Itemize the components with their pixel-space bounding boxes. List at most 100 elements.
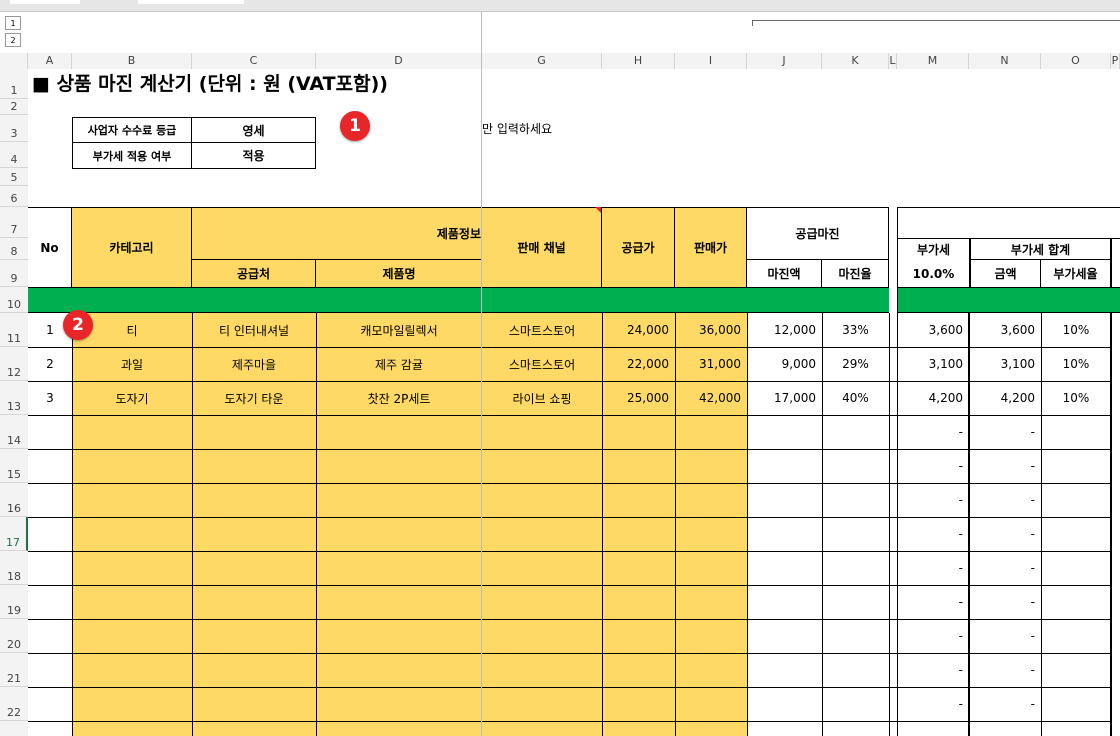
empty-vat-dash[interactable]: - <box>897 551 969 585</box>
row1-margin-amount[interactable]: 12,000 <box>747 313 822 347</box>
row-header-8[interactable]: 8 <box>0 238 28 260</box>
column-header-o[interactable]: O <box>1041 53 1111 69</box>
row2-sale-price[interactable]: 31,000 <box>675 347 747 381</box>
empty-vat-amount-dash[interactable]: - <box>969 619 1041 653</box>
empty-vat-amount-dash[interactable]: - <box>969 551 1041 585</box>
row3-supply-price[interactable]: 25,000 <box>602 381 675 415</box>
row2-vat-ratio[interactable]: 10% <box>1041 347 1111 381</box>
column-header-g[interactable]: G <box>482 53 602 69</box>
column-header-h[interactable]: H <box>602 53 675 69</box>
row1-channel[interactable]: 스마트스토어 <box>482 313 602 347</box>
row-header-13[interactable]: 13 <box>0 381 28 415</box>
row-header-6[interactable]: 6 <box>0 186 28 207</box>
row1-supply-price[interactable]: 24,000 <box>602 313 675 347</box>
row1-product[interactable]: 캐모마일릴렉서 <box>316 313 482 347</box>
row-header-21[interactable]: 21 <box>0 653 28 687</box>
row-header-16[interactable]: 16 <box>0 483 28 517</box>
empty-vat-dash[interactable]: - <box>897 517 969 551</box>
row-header-19[interactable]: 19 <box>0 585 28 619</box>
empty-vat-dash[interactable]: - <box>897 687 969 721</box>
row1-vat-ratio[interactable]: 10% <box>1041 313 1111 347</box>
column-header-l[interactable]: L <box>889 53 897 69</box>
empty-vat-amount-dash[interactable]: - <box>969 517 1041 551</box>
column-header-k[interactable]: K <box>822 53 889 69</box>
row-header-4[interactable]: 4 <box>0 142 28 168</box>
select-all-corner[interactable] <box>0 53 28 69</box>
row1-supplier[interactable]: 티 인터내셔널 <box>192 313 316 347</box>
row-header-20[interactable]: 20 <box>0 619 28 653</box>
row2-channel[interactable]: 스마트스토어 <box>482 347 602 381</box>
empty-vat-dash[interactable]: - <box>897 449 969 483</box>
column-header-n[interactable]: N <box>969 53 1041 69</box>
empty-vat-dash[interactable]: - <box>897 653 969 687</box>
column-header-m[interactable]: M <box>897 53 969 69</box>
row2-supplier[interactable]: 제주마을 <box>192 347 316 381</box>
column-header-i[interactable]: I <box>675 53 747 69</box>
column-header-p[interactable]: P <box>1111 53 1120 69</box>
empty-vat-dash[interactable]: - <box>897 483 969 517</box>
column-header-a[interactable]: A <box>28 53 72 69</box>
row3-vat-ratio[interactable]: 10% <box>1041 381 1111 415</box>
row2-supply-price[interactable]: 22,000 <box>602 347 675 381</box>
row3-no[interactable]: 3 <box>28 381 72 415</box>
outline-level-2-button[interactable]: 2 <box>5 33 21 47</box>
sheet-tab[interactable] <box>10 0 80 4</box>
row3-supplier[interactable]: 도자기 타운 <box>192 381 316 415</box>
row1-vat[interactable]: 3,600 <box>897 313 969 347</box>
row2-margin-amount[interactable]: 9,000 <box>747 347 822 381</box>
vat-value-cell[interactable]: 적용 <box>192 143 315 168</box>
row-header-14[interactable]: 14 <box>0 415 28 449</box>
row-header-1[interactable]: 1 <box>0 69 28 99</box>
sheet-tab[interactable] <box>138 0 244 4</box>
row2-vat[interactable]: 3,100 <box>897 347 969 381</box>
row2-no[interactable]: 2 <box>28 347 72 381</box>
row-header-18[interactable]: 18 <box>0 551 28 585</box>
row3-vat[interactable]: 4,200 <box>897 381 969 415</box>
row3-margin-amount[interactable]: 17,000 <box>747 381 822 415</box>
row2-margin-rate[interactable]: 29% <box>822 347 889 381</box>
outline-group-bar[interactable] <box>752 20 1120 21</box>
row-header-3[interactable]: 3 <box>0 115 28 142</box>
empty-vat-amount-dash[interactable]: - <box>969 483 1041 517</box>
row-header-15[interactable]: 15 <box>0 449 28 483</box>
grid-line <box>889 313 890 736</box>
row1-margin-rate[interactable]: 33% <box>822 313 889 347</box>
header-vat-total: 부가세 합계 <box>969 239 1112 260</box>
row-header-11[interactable]: 11 <box>0 313 28 347</box>
row1-sale-price[interactable]: 36,000 <box>675 313 747 347</box>
empty-vat-dash[interactable]: - <box>897 415 969 449</box>
column-header-b[interactable]: B <box>72 53 192 69</box>
row-header-5[interactable]: 5 <box>0 168 28 186</box>
row-header-12[interactable]: 12 <box>0 347 28 381</box>
row3-product[interactable]: 찻잔 2P세트 <box>316 381 482 415</box>
row-header-9[interactable]: 9 <box>0 260 28 287</box>
row-header-22[interactable]: 22 <box>0 687 28 721</box>
row3-sale-price[interactable]: 42,000 <box>675 381 747 415</box>
column-header-d[interactable]: D <box>316 53 482 69</box>
empty-vat-amount-dash[interactable]: - <box>969 585 1041 619</box>
empty-vat-amount-dash[interactable]: - <box>969 687 1041 721</box>
row-header-10[interactable]: 10 <box>0 287 28 313</box>
empty-vat-dash[interactable]: - <box>897 619 969 653</box>
comment-indicator[interactable] <box>595 207 601 213</box>
row3-channel[interactable]: 라이브 쇼핑 <box>482 381 602 415</box>
grade-value-cell[interactable]: 영세 <box>192 118 315 143</box>
empty-vat-dash[interactable]: - <box>897 585 969 619</box>
empty-vat-amount-dash[interactable]: - <box>969 415 1041 449</box>
header-amount: 금액 <box>969 260 1041 287</box>
row2-vat-amount[interactable]: 3,100 <box>969 347 1041 381</box>
row2-category[interactable]: 과일 <box>72 347 192 381</box>
column-header-j[interactable]: J <box>747 53 822 69</box>
outline-level-1-button[interactable]: 1 <box>5 16 21 30</box>
row3-category[interactable]: 도자기 <box>72 381 192 415</box>
row-header-7[interactable]: 7 <box>0 207 28 238</box>
column-header-c[interactable]: C <box>192 53 316 69</box>
row-header-2[interactable]: 2 <box>0 99 28 115</box>
row3-vat-amount[interactable]: 4,200 <box>969 381 1041 415</box>
row-header-17[interactable]: 17 <box>0 517 28 551</box>
row3-margin-rate[interactable]: 40% <box>822 381 889 415</box>
empty-vat-amount-dash[interactable]: - <box>969 653 1041 687</box>
row2-product[interactable]: 제주 감귤 <box>316 347 482 381</box>
row1-vat-amount[interactable]: 3,600 <box>969 313 1041 347</box>
empty-vat-amount-dash[interactable]: - <box>969 449 1041 483</box>
